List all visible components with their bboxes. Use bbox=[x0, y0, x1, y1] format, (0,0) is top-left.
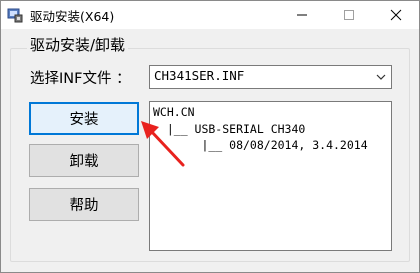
inf-file-label: 选择INF文件 ： bbox=[30, 71, 131, 87]
group-title: 驱动安装/卸载 bbox=[27, 34, 129, 55]
driver-install-window: 驱动安装(X64) 驱动安装/卸载 选择INF文件 ： CH341SER.INF bbox=[0, 0, 420, 273]
minimize-icon bbox=[297, 14, 307, 16]
inf-file-select[interactable]: CH341SER.INF bbox=[149, 65, 392, 89]
maximize-icon bbox=[344, 10, 354, 20]
help-button[interactable]: 帮助 bbox=[29, 188, 139, 221]
install-button[interactable]: 安装 bbox=[29, 102, 139, 135]
inf-file-value: CH341SER.INF bbox=[154, 68, 245, 83]
red-arrow-annotation bbox=[141, 121, 185, 167]
driver-install-icon bbox=[7, 8, 23, 23]
uninstall-button[interactable]: 卸载 bbox=[29, 144, 139, 177]
maximize-button[interactable] bbox=[326, 1, 372, 29]
info-line-vendor: WCH.CN bbox=[153, 105, 195, 119]
close-icon bbox=[390, 9, 402, 21]
close-button[interactable] bbox=[373, 1, 419, 29]
chevron-down-icon[interactable] bbox=[371, 66, 391, 88]
title-bar[interactable]: 驱动安装(X64) bbox=[1, 1, 419, 29]
window-title: 驱动安装(X64) bbox=[30, 9, 115, 24]
minimize-button[interactable] bbox=[279, 1, 325, 29]
